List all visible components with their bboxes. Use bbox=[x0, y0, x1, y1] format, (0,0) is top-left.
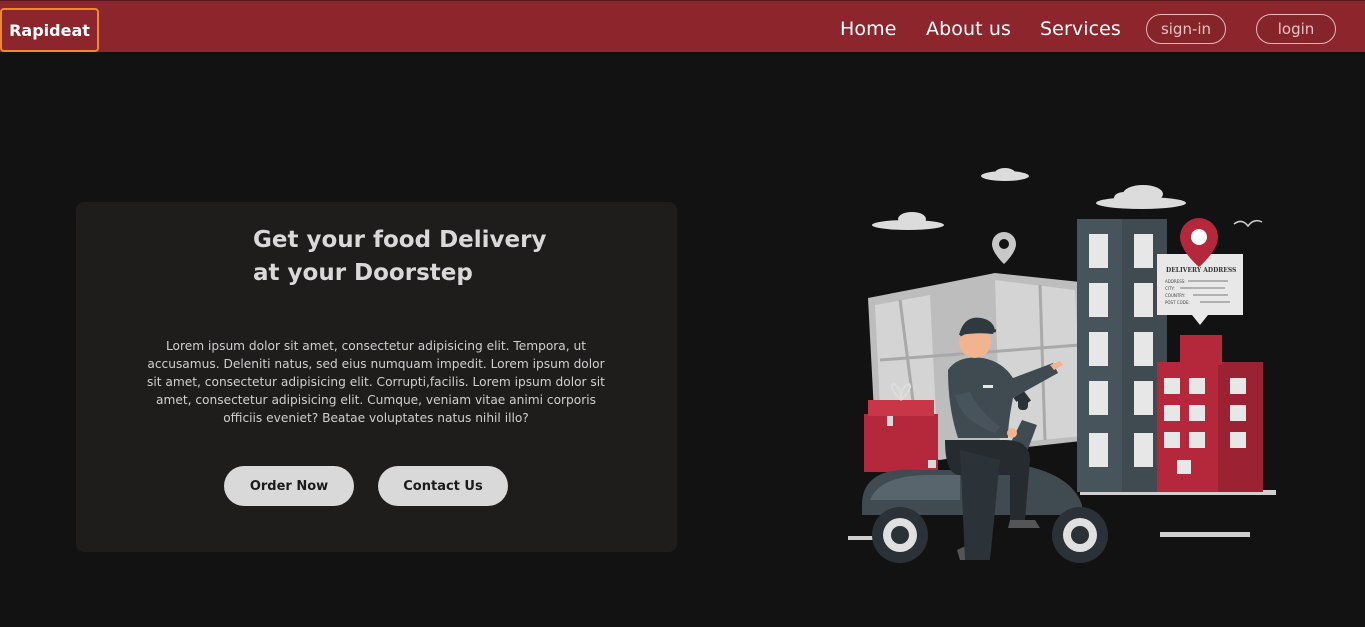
hero-title-line-1: Get your food Delivery bbox=[253, 227, 547, 253]
hero-description: Lorem ipsum dolor sit amet, consectetur … bbox=[147, 339, 605, 425]
post-code-field: POST CODE: bbox=[1165, 300, 1190, 305]
address-field: ADDRESS: bbox=[1165, 279, 1186, 284]
bird-icon bbox=[1233, 219, 1263, 228]
nav-link-about-us[interactable]: About us bbox=[926, 18, 1011, 40]
address-card-heading: DELIVERY ADDRESS bbox=[1166, 267, 1236, 274]
tall-building bbox=[1077, 219, 1167, 492]
nav-link-home[interactable]: Home bbox=[840, 18, 897, 40]
logo[interactable]: Rapideat bbox=[0, 8, 99, 52]
city-field: CITY: bbox=[1165, 286, 1175, 291]
navbar: Rapideat Home About us Services sign-in … bbox=[0, 0, 1365, 52]
country-field: COUNTRY: bbox=[1165, 293, 1185, 298]
hero-title-line-2: at your Doorstep bbox=[253, 260, 473, 286]
order-now-button[interactable]: Order Now bbox=[224, 466, 354, 506]
login-button[interactable]: login bbox=[1256, 14, 1336, 44]
red-building bbox=[1157, 335, 1263, 492]
location-pin-icon bbox=[992, 232, 1016, 264]
delivery-illustration: DELIVERY ADDRESS ADDRESS: CITY: COUNTRY:… bbox=[848, 168, 1276, 563]
hero-title: Get your food Delivery at your Doorstep bbox=[253, 224, 593, 290]
road-mark bbox=[1160, 532, 1250, 537]
sign-in-button[interactable]: sign-in bbox=[1146, 14, 1226, 44]
contact-us-button[interactable]: Contact Us bbox=[378, 466, 508, 506]
nav-link-services[interactable]: Services bbox=[1040, 18, 1121, 40]
